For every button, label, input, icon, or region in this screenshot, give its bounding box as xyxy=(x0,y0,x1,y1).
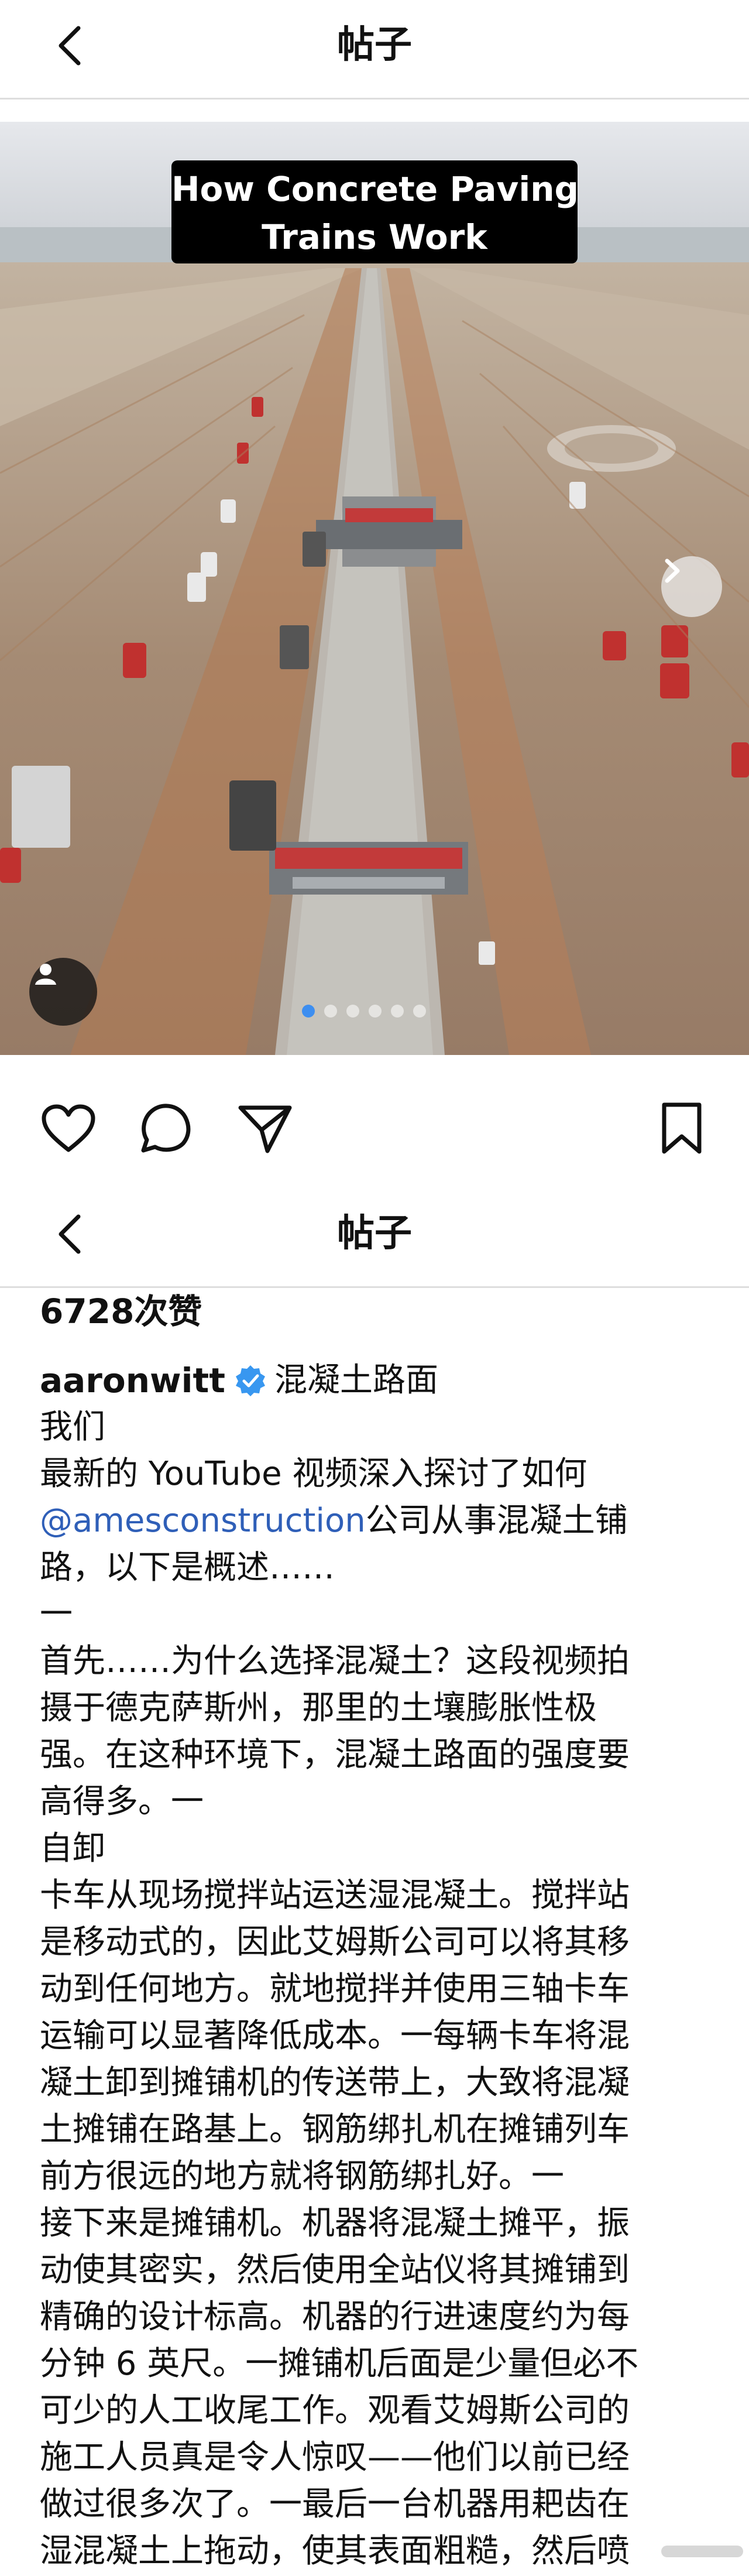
verified-badge-icon xyxy=(235,1365,265,1396)
top-nav-bar-repeat: 帖子 xyxy=(0,1188,749,1288)
comment-button[interactable] xyxy=(133,1096,198,1160)
heart-icon xyxy=(42,1104,95,1152)
author-line: aaronwitt 混凝土路面 xyxy=(40,1357,719,1404)
post-media[interactable]: How Concrete Paving Trains Work xyxy=(0,122,749,1055)
video-title-overlay: How Concrete Paving Trains Work xyxy=(171,160,579,263)
scroll-indicator[interactable] xyxy=(661,2546,743,2557)
carousel-dot xyxy=(369,1005,382,1018)
share-button[interactable] xyxy=(233,1096,297,1160)
overlay-line-1: How Concrete Paving xyxy=(171,169,579,209)
carousel-dot xyxy=(413,1005,426,1018)
carousel-dot xyxy=(302,1005,315,1018)
spacer xyxy=(0,100,749,122)
save-button[interactable] xyxy=(650,1096,714,1160)
carousel-next-button[interactable] xyxy=(661,556,722,617)
person-icon xyxy=(35,964,56,985)
like-count[interactable]: 6728次赞 xyxy=(40,1288,719,1335)
like-button[interactable] xyxy=(36,1096,101,1160)
bookmark-icon xyxy=(662,1102,702,1154)
post-action-bar xyxy=(0,1055,749,1188)
tagged-users-button[interactable] xyxy=(29,958,97,1026)
carousel-dot xyxy=(346,1005,359,1018)
mention-link[interactable]: @amesconstruction xyxy=(40,1502,366,1540)
page-title: 帖子 xyxy=(337,1212,412,1255)
carousel-dot xyxy=(324,1005,337,1018)
chevron-right-icon xyxy=(665,559,680,583)
top-nav-bar: 帖子 xyxy=(0,0,749,100)
overlay-line-2: Trains Work xyxy=(262,217,487,257)
post-caption: 我们 最新的 YouTube 视频深入探讨了如何 @amesconstructi… xyxy=(40,1404,719,2576)
post-body: 6728次赞 aaronwitt 混凝土路面 我们 最新的 YouTube 视频… xyxy=(40,1288,719,2576)
carousel-dot xyxy=(391,1005,404,1018)
author-username[interactable]: aaronwitt xyxy=(40,1357,225,1404)
caption-text-start: 我们 最新的 YouTube 视频深入探讨了如何 xyxy=(40,1408,587,1493)
comment-bubble-icon xyxy=(141,1104,191,1153)
caption-text-rest: 公司从事混凝土铺 路，以下是概述…… 一 首先……为什么选择混凝土？这段视频拍 … xyxy=(40,1502,639,2570)
carousel-indicator xyxy=(302,1005,426,1018)
post-title: 混凝土路面 xyxy=(274,1361,438,1399)
send-icon xyxy=(238,1105,292,1153)
page-title: 帖子 xyxy=(337,23,412,67)
